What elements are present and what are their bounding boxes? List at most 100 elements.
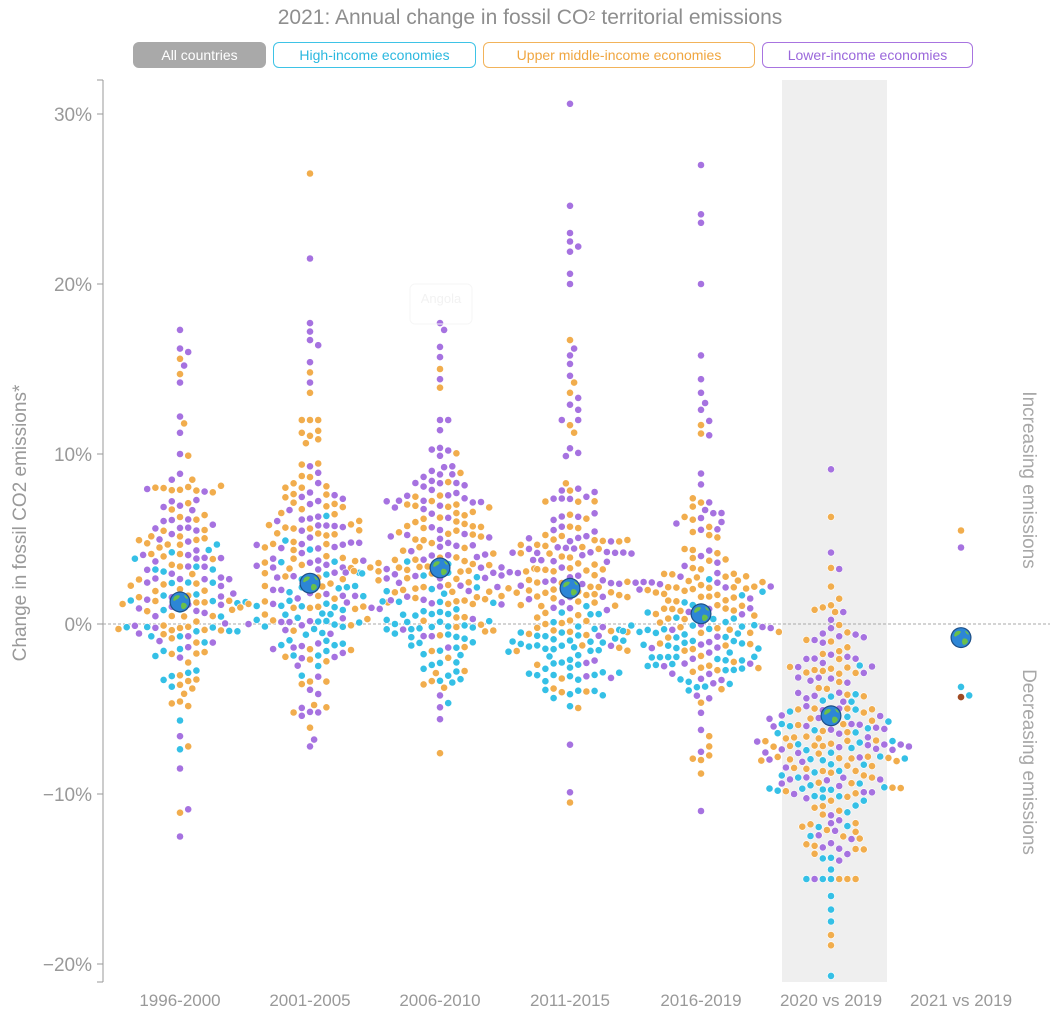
data-point-lower — [582, 532, 591, 541]
data-point-upper — [374, 559, 383, 567]
data-point-lower — [514, 569, 522, 577]
data-point-upper — [697, 429, 705, 438]
data-point-upper — [746, 640, 755, 648]
data-point-lower — [566, 359, 574, 368]
y-axis: −20% −10% 0% 10% 20% 30% — [43, 79, 104, 983]
data-point-high — [738, 591, 746, 600]
data-point-lower — [582, 492, 591, 501]
data-point-lower — [351, 592, 359, 600]
data-point-lower — [167, 516, 176, 524]
data-point-high — [322, 570, 331, 579]
data-point-upper — [200, 534, 209, 543]
data-point-lower — [139, 551, 147, 559]
data-point-upper — [200, 526, 209, 534]
data-point-lower — [566, 444, 574, 453]
data-point-upper — [806, 820, 815, 829]
data-point-upper — [188, 570, 197, 578]
data-point-lower — [176, 653, 184, 662]
data-point-lower — [839, 773, 848, 782]
data-point-upper — [810, 841, 819, 850]
data-point-upper — [411, 492, 420, 501]
data-point-lower — [269, 600, 277, 608]
data-point-upper — [598, 565, 607, 574]
data-point-lower — [872, 723, 880, 732]
data-point-upper — [582, 687, 591, 696]
globe-icon — [169, 591, 191, 613]
data-point-high — [285, 636, 294, 645]
data-point-lower — [341, 568, 350, 577]
data-point-high — [676, 675, 685, 684]
data-point-lower — [444, 513, 453, 522]
data-point-lower — [827, 650, 835, 659]
data-point-high — [880, 783, 889, 792]
data-point-lower — [598, 576, 607, 585]
data-point-lower — [297, 711, 306, 720]
data-point-upper — [643, 586, 652, 594]
data-point-lower — [338, 494, 347, 503]
data-point-lower — [769, 722, 778, 731]
data-point-high — [827, 748, 835, 757]
data-point-lower — [200, 562, 209, 571]
data-point-upper — [549, 626, 558, 635]
data-point-upper — [427, 539, 436, 547]
y-tick-label: 10% — [54, 445, 92, 466]
data-point-upper — [769, 742, 778, 751]
data-point-high — [570, 643, 578, 652]
data-point-upper — [729, 593, 738, 602]
data-point-lower — [697, 388, 705, 397]
data-point-high — [419, 664, 428, 673]
data-point-high — [647, 653, 656, 662]
data-point-high — [399, 610, 407, 619]
data-point-lower — [717, 676, 726, 684]
data-point-upper — [582, 617, 591, 625]
data-point-lower — [468, 541, 477, 550]
data-point-upper — [574, 497, 583, 506]
data-point-high — [260, 622, 269, 631]
data-point-lower — [184, 515, 193, 524]
data-point-lower — [574, 242, 583, 251]
data-point-upper — [818, 650, 827, 658]
globe-ocean — [170, 592, 190, 612]
data-point-upper — [306, 473, 314, 481]
data-point-high — [159, 567, 168, 576]
data-point-high — [330, 641, 339, 650]
data-point-high — [643, 608, 652, 617]
data-point-upper — [516, 549, 525, 558]
data-point-high — [407, 641, 416, 650]
data-point-upper — [705, 523, 714, 531]
data-point-other — [957, 693, 965, 701]
data-point-lower — [151, 612, 160, 621]
data-point-high — [448, 678, 457, 687]
data-point-lower — [355, 538, 364, 547]
data-point-upper — [167, 612, 176, 620]
data-point-upper — [855, 834, 864, 843]
data-point-high — [338, 639, 347, 648]
data-point-high — [452, 643, 461, 652]
data-point-upper — [672, 597, 681, 606]
data-point-upper — [273, 529, 282, 538]
data-point-high — [827, 692, 835, 701]
data-point-high — [159, 591, 168, 600]
data-point-lower — [277, 618, 286, 626]
data-point-upper — [460, 643, 469, 651]
data-point-lower — [419, 632, 428, 640]
data-point-upper — [460, 520, 469, 528]
data-point-upper — [549, 594, 558, 603]
data-point-high — [855, 738, 864, 747]
data-point-lower — [721, 583, 730, 592]
data-point-lower — [382, 574, 391, 583]
data-point-upper — [306, 604, 314, 612]
data-point-upper — [159, 630, 168, 639]
data-point-lower — [347, 538, 355, 547]
globe-ocean — [430, 558, 450, 578]
data-point-high — [664, 641, 673, 650]
data-point-upper — [847, 779, 856, 788]
data-point-lower — [217, 592, 225, 601]
data-point-upper — [676, 623, 685, 632]
data-point-upper — [872, 736, 880, 745]
data-point-upper — [265, 521, 273, 529]
data-point-lower — [367, 603, 376, 612]
data-point-upper — [835, 806, 844, 815]
data-point-high — [301, 630, 310, 639]
data-point-upper — [192, 617, 201, 626]
